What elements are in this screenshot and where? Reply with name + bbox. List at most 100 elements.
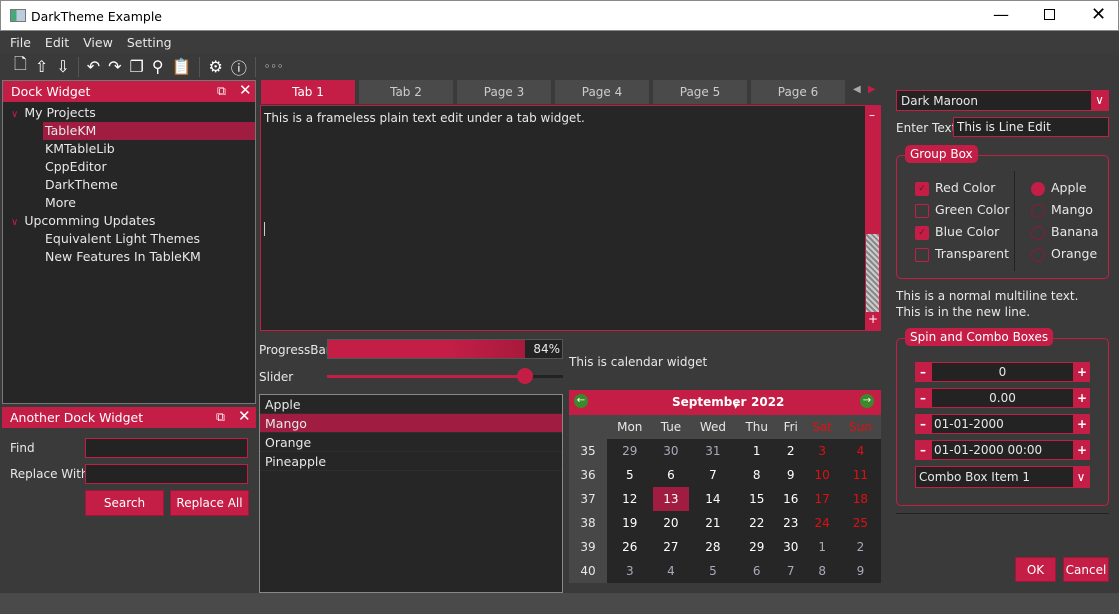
radio-orange[interactable]: Orange: [1031, 243, 1098, 265]
export-icon[interactable]: ⇧: [35, 57, 48, 76]
list-item[interactable]: Mango: [260, 414, 562, 433]
minus-icon[interactable]: –: [915, 362, 931, 382]
calendar-day[interactable]: 9: [840, 559, 881, 583]
plus-icon[interactable]: +: [1074, 362, 1090, 382]
replace-input[interactable]: [85, 464, 248, 484]
calendar-day[interactable]: 18: [840, 487, 881, 511]
tree-item[interactable]: New Features In TableKM: [3, 248, 255, 266]
radio-unchecked-icon[interactable]: [1031, 225, 1045, 240]
item-combo[interactable]: Combo Box Item 1 ∨: [915, 466, 1090, 488]
float-icon[interactable]: ⧉: [216, 409, 225, 425]
calendar-day[interactable]: 27: [653, 535, 690, 559]
minus-icon[interactable]: –: [915, 414, 931, 434]
tree-item[interactable]: TableKM: [43, 122, 255, 140]
menu-file[interactable]: File: [10, 35, 39, 50]
copy-icon[interactable]: ❐: [130, 57, 144, 76]
calendar-day[interactable]: 10: [804, 463, 839, 487]
info-icon[interactable]: ⓘ: [231, 55, 247, 79]
checkbox-transparent[interactable]: Transparent: [915, 243, 1009, 265]
plus-icon[interactable]: +: [1074, 388, 1090, 408]
tree-item[interactable]: More: [3, 194, 255, 212]
calendar-day[interactable]: 14: [689, 487, 736, 511]
spin-value[interactable]: 0.00: [931, 388, 1074, 408]
chevron-down-icon[interactable]: ▼: [733, 402, 738, 410]
chevron-down-icon[interactable]: ∨: [1091, 91, 1108, 110]
maximize-button[interactable]: [1044, 9, 1055, 20]
year-selector[interactable]: 2022: [751, 395, 784, 409]
ok-button[interactable]: OK: [1015, 557, 1056, 582]
menu-edit[interactable]: Edit: [45, 35, 77, 50]
plain-text-edit[interactable]: This is a frameless plain text edit unde…: [260, 105, 881, 331]
calendar-day[interactable]: 12: [607, 487, 653, 511]
redo-icon[interactable]: ↷: [108, 57, 121, 76]
minus-icon[interactable]: –: [915, 388, 931, 408]
checkbox-unchecked-icon[interactable]: [915, 203, 929, 218]
new-file-icon[interactable]: 🗋: [14, 53, 27, 80]
spin-value[interactable]: 0: [931, 362, 1074, 382]
calendar-day[interactable]: 3: [804, 439, 839, 463]
calendar-day[interactable]: 7: [777, 559, 804, 583]
checkbox-red-color[interactable]: ✓ Red Color: [915, 177, 1009, 199]
paste-icon[interactable]: 📋: [172, 57, 192, 76]
checkbox-green-color[interactable]: Green Color: [915, 199, 1009, 221]
calendar-day[interactable]: 17: [804, 487, 839, 511]
scrollbar-track[interactable]: [866, 234, 879, 312]
tab-3[interactable]: Page 3: [457, 80, 553, 104]
radio-mango[interactable]: Mango: [1031, 199, 1098, 221]
calendar-day[interactable]: 28: [689, 535, 736, 559]
import-icon[interactable]: ⇩: [56, 57, 69, 76]
date-edit[interactable]: –01-01-2000 +: [915, 414, 1090, 434]
scroll-up-icon[interactable]: –: [869, 108, 875, 122]
calendar-day[interactable]: 11: [840, 463, 881, 487]
slider-handle[interactable]: [517, 368, 534, 384]
checkbox-unchecked-icon[interactable]: [915, 247, 929, 262]
calendar-day[interactable]: 8: [804, 559, 839, 583]
calendar-day[interactable]: 21: [689, 511, 736, 535]
tab-6[interactable]: Page 6: [751, 80, 847, 104]
line-edit[interactable]: [953, 117, 1109, 137]
calendar-day[interactable]: 26: [607, 535, 653, 559]
close-icon[interactable]: ✕: [239, 81, 252, 99]
tab-4[interactable]: Page 4: [555, 80, 651, 104]
calendar-day[interactable]: 3: [607, 559, 653, 583]
prev-month-icon[interactable]: ←: [574, 394, 588, 408]
calendar-day[interactable]: 30: [777, 535, 804, 559]
menu-view[interactable]: View: [83, 35, 121, 50]
calendar-day[interactable]: 23: [777, 511, 804, 535]
calendar-day[interactable]: 4: [840, 439, 881, 463]
calendar-day[interactable]: 1: [804, 535, 839, 559]
radio-checked-icon[interactable]: [1031, 181, 1045, 196]
calendar-day[interactable]: 5: [607, 463, 653, 487]
plus-icon[interactable]: +: [1074, 414, 1090, 434]
calendar-day[interactable]: 19: [607, 511, 653, 535]
settings-icon[interactable]: ⚙: [208, 57, 222, 76]
calendar-day[interactable]: 24: [804, 511, 839, 535]
int-spinbox[interactable]: –0 +: [915, 362, 1090, 382]
close-icon[interactable]: ✕: [238, 407, 251, 425]
calendar-day[interactable]: 15: [736, 487, 777, 511]
list-item[interactable]: Pineapple: [260, 452, 562, 471]
calendar-day[interactable]: 2: [777, 439, 804, 463]
chevron-down-icon[interactable]: ∨: [11, 109, 18, 120]
date-value[interactable]: 01-01-2000: [931, 414, 1074, 434]
datetime-value[interactable]: 01-01-2000 00:00: [931, 440, 1074, 460]
list-item[interactable]: Apple: [260, 395, 562, 414]
radio-unchecked-icon[interactable]: [1031, 247, 1045, 262]
calendar-day[interactable]: 6: [653, 463, 690, 487]
checkbox-checked-icon[interactable]: ✓: [915, 225, 929, 240]
checkbox-blue-color[interactable]: ✓ Blue Color: [915, 221, 1009, 243]
close-button[interactable]: ✕: [1091, 4, 1106, 25]
calendar-day[interactable]: 1: [736, 439, 777, 463]
double-spinbox[interactable]: –0.00 +: [915, 388, 1090, 408]
find-input[interactable]: [85, 438, 248, 458]
tree-item[interactable]: DarkTheme: [3, 176, 255, 194]
calendar-day[interactable]: 31: [689, 439, 736, 463]
tab-2[interactable]: Tab 2: [359, 80, 455, 104]
calendar-day[interactable]: 25: [840, 511, 881, 535]
tree-item[interactable]: Equivalent Light Themes: [3, 230, 255, 248]
slider[interactable]: [327, 368, 563, 384]
tree-item[interactable]: KMTableLib: [3, 140, 255, 158]
calendar-day[interactable]: 20: [653, 511, 690, 535]
tab-scroll-right-icon[interactable]: ▶: [868, 84, 876, 95]
scrollbar[interactable]: – +: [865, 106, 880, 330]
